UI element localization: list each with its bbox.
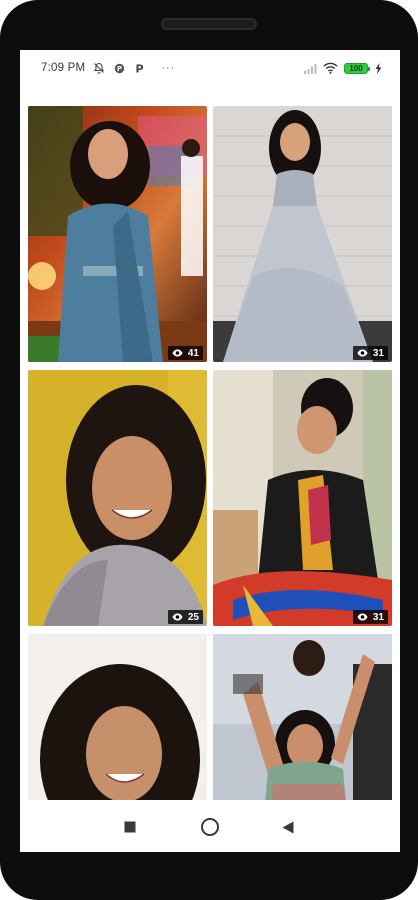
photo-1 — [28, 106, 207, 362]
home-circle-icon[interactable] — [198, 815, 222, 839]
eye-icon — [357, 349, 368, 357]
stop-square-icon[interactable] — [118, 815, 142, 839]
photo-2 — [213, 106, 392, 362]
photo-tile-5[interactable] — [28, 634, 207, 800]
view-count-badge: 41 — [167, 346, 203, 360]
view-count-badge: 25 — [167, 610, 203, 624]
svg-text:P: P — [117, 65, 122, 73]
phone-frame: 7:09 PM P P ··· 100 41 31 25 31 — [0, 0, 418, 900]
p-icon: P — [133, 62, 145, 75]
eye-icon — [172, 613, 183, 621]
photo-grid: 41 31 25 31 — [28, 106, 392, 800]
photo-tile-1[interactable]: 41 — [28, 106, 207, 362]
view-count: 25 — [187, 611, 199, 623]
view-count-badge: 31 — [352, 346, 388, 360]
view-count: 31 — [372, 611, 384, 623]
svg-text:P: P — [135, 63, 143, 75]
photo-4 — [213, 370, 392, 626]
p-circle-icon: P — [113, 62, 125, 74]
battery-level: 100 — [349, 63, 363, 73]
speaker-grille — [161, 18, 257, 30]
photo-tile-2[interactable]: 31 — [213, 106, 392, 362]
photo-3 — [28, 370, 207, 626]
photo-6 — [213, 634, 392, 800]
eye-icon — [172, 349, 183, 357]
navigation-bar — [20, 802, 400, 852]
photo-5 — [28, 634, 207, 800]
view-count: 41 — [187, 347, 199, 359]
status-bar: 7:09 PM P P ··· 100 — [20, 50, 400, 86]
alarm-off-icon — [93, 62, 105, 74]
wifi-icon — [323, 62, 338, 74]
photo-tile-3[interactable]: 25 — [28, 370, 207, 626]
eye-icon — [357, 613, 368, 621]
view-count-badge: 31 — [352, 610, 388, 624]
photo-tile-6[interactable] — [213, 634, 392, 800]
status-time: 7:09 PM — [41, 62, 86, 74]
more-notifications-indicator: ··· — [161, 62, 176, 74]
view-count: 31 — [372, 347, 384, 359]
charging-icon — [374, 62, 382, 74]
photo-tile-4[interactable]: 31 — [213, 370, 392, 626]
back-triangle-icon[interactable] — [276, 815, 300, 839]
battery-indicator: 100 — [344, 62, 370, 74]
signal-icon — [303, 62, 317, 74]
screen: 7:09 PM P P ··· 100 41 31 25 31 — [20, 50, 400, 852]
